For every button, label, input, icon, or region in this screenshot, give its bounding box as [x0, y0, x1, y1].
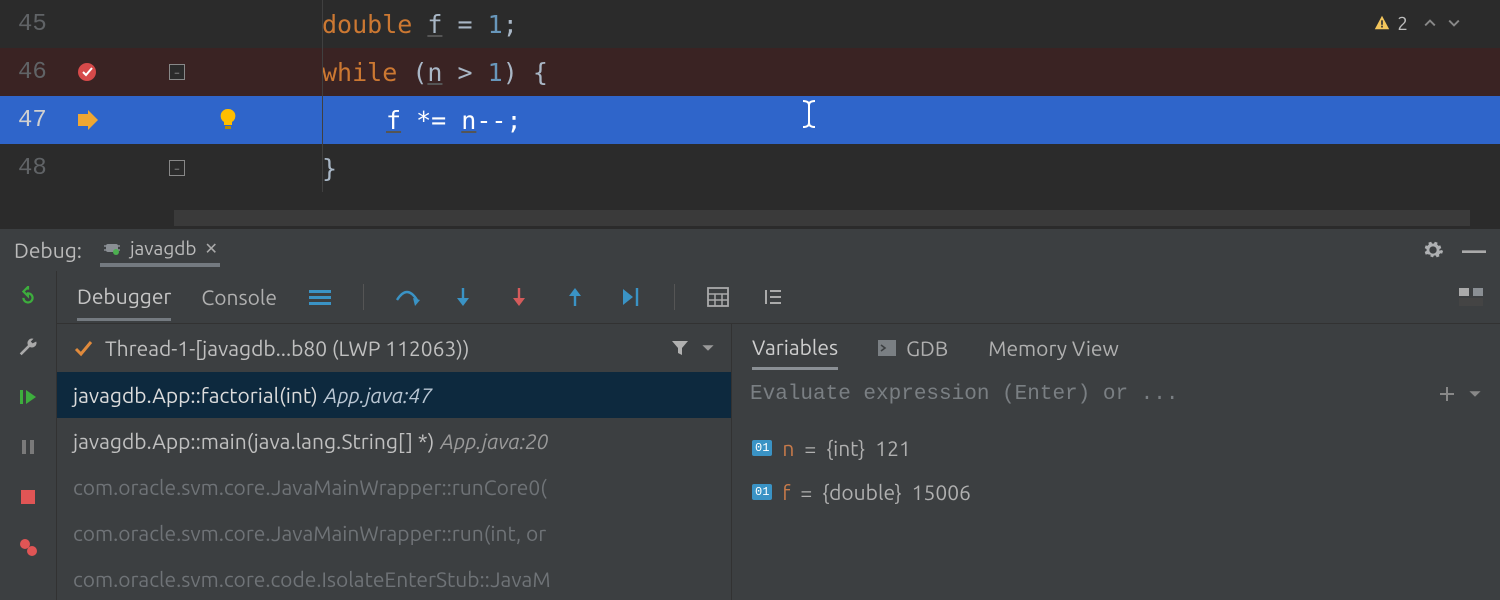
rerun-icon[interactable]	[16, 285, 40, 309]
breakpoint-icon[interactable]	[76, 61, 98, 83]
threads-icon[interactable]	[307, 284, 333, 310]
thread-label: Thread-1-[javagdb...b80 (LWP 112063))	[105, 336, 659, 360]
tab-console[interactable]: Console	[201, 275, 277, 319]
code-editor[interactable]: 2 4546−4748− double f = 1;while (n > 1) …	[0, 0, 1500, 210]
stop-icon[interactable]	[16, 485, 40, 509]
code-line[interactable]: while (n > 1) {	[192, 48, 1500, 96]
stack-frame[interactable]: com.oracle.svm.core.JavaMainWrapper::run…	[57, 464, 731, 510]
check-icon	[73, 338, 93, 358]
code-line[interactable]: double f = 1;	[192, 0, 1500, 48]
minimize-icon[interactable]: —	[1462, 237, 1486, 264]
run-to-cursor-icon[interactable]	[618, 284, 644, 310]
thread-selector[interactable]: Thread-1-[javagdb...b80 (LWP 112063))	[57, 324, 731, 372]
debug-header: Debug: javagdb ✕ —	[0, 229, 1500, 271]
breakpoints-icon[interactable]	[16, 535, 40, 559]
evaluate-expression-input[interactable]: Evaluate expression (Enter) or ...	[732, 372, 1500, 416]
stack-frame[interactable]: com.oracle.svm.core.JavaMainWrapper::run…	[57, 510, 731, 556]
tab-debugger[interactable]: Debugger	[77, 274, 171, 321]
debug-tool-window: Debug: javagdb ✕ —	[0, 229, 1500, 600]
fold-handle-icon[interactable]: −	[169, 64, 185, 80]
variables-panel: Variables GDB Memory View Evaluate expre…	[732, 324, 1500, 600]
line-number[interactable]: 46	[0, 59, 76, 86]
debug-toolbar: Debugger Console	[57, 271, 1500, 323]
debug-panel-title: Debug:	[14, 238, 82, 262]
close-icon[interactable]: ✕	[204, 239, 217, 258]
text-cursor-icon	[800, 99, 818, 129]
tab-variables[interactable]: Variables	[752, 327, 838, 370]
add-watch-icon[interactable]	[1438, 385, 1456, 403]
primitive-badge-icon: 01	[752, 440, 772, 456]
layout-settings-icon[interactable]	[1458, 284, 1484, 310]
variable-row[interactable]: 01f={double}15006	[752, 470, 1480, 514]
stack-frame[interactable]: javagdb.App::main(java.lang.String[] *) …	[57, 418, 731, 464]
step-over-icon[interactable]	[394, 284, 420, 310]
horizontal-scrollbar[interactable]	[174, 210, 1470, 226]
trace-icon[interactable]	[761, 284, 787, 310]
filter-icon[interactable]	[671, 339, 689, 357]
frames-panel: Thread-1-[javagdb...b80 (LWP 112063)) ja…	[57, 324, 732, 600]
step-out-icon[interactable]	[562, 284, 588, 310]
intention-bulb-icon[interactable]	[218, 108, 238, 132]
gear-icon[interactable]	[1422, 239, 1444, 261]
execution-pointer-icon	[76, 110, 100, 130]
terminal-icon	[878, 340, 896, 356]
resume-icon[interactable]	[16, 385, 40, 409]
tab-gdb[interactable]: GDB	[878, 328, 948, 368]
history-caret-icon[interactable]	[1468, 387, 1482, 401]
debug-config-tab[interactable]: javagdb ✕	[100, 233, 220, 267]
stack-frame[interactable]: com.oracle.svm.core.code.IsolateEnterStu…	[57, 556, 731, 600]
pause-icon[interactable]	[16, 435, 40, 459]
line-number[interactable]: 47	[0, 107, 76, 134]
dropdown-caret-icon[interactable]	[701, 341, 715, 355]
code-line[interactable]: f *= n--;	[192, 96, 1500, 144]
primitive-badge-icon: 01	[752, 484, 772, 500]
tab-memory-view[interactable]: Memory View	[988, 328, 1119, 368]
stack-frame[interactable]: javagdb.App::factorial(int) App.java:47	[57, 372, 731, 418]
debug-left-toolbar	[0, 271, 57, 600]
variables-list[interactable]: 01n={int}12101f={double}15006	[732, 416, 1500, 524]
wrench-icon[interactable]	[16, 335, 40, 359]
editor-gutter[interactable]: 45 46 − 47 48 −	[0, 0, 192, 210]
bug-icon	[102, 238, 122, 258]
line-number[interactable]: 48	[0, 155, 76, 182]
code-area[interactable]: double f = 1;while (n > 1) {f *= n--;}	[192, 0, 1500, 210]
fold-handle-icon[interactable]: −	[169, 160, 185, 176]
step-into-icon[interactable]	[450, 284, 476, 310]
line-number[interactable]: 45	[0, 11, 76, 38]
variable-row[interactable]: 01n={int}121	[752, 426, 1480, 470]
evaluate-expression-icon[interactable]	[705, 284, 731, 310]
stack-frames-list[interactable]: javagdb.App::factorial(int) App.java:47j…	[57, 372, 731, 600]
code-line[interactable]: }	[192, 144, 1500, 192]
force-step-into-icon[interactable]	[506, 284, 532, 310]
